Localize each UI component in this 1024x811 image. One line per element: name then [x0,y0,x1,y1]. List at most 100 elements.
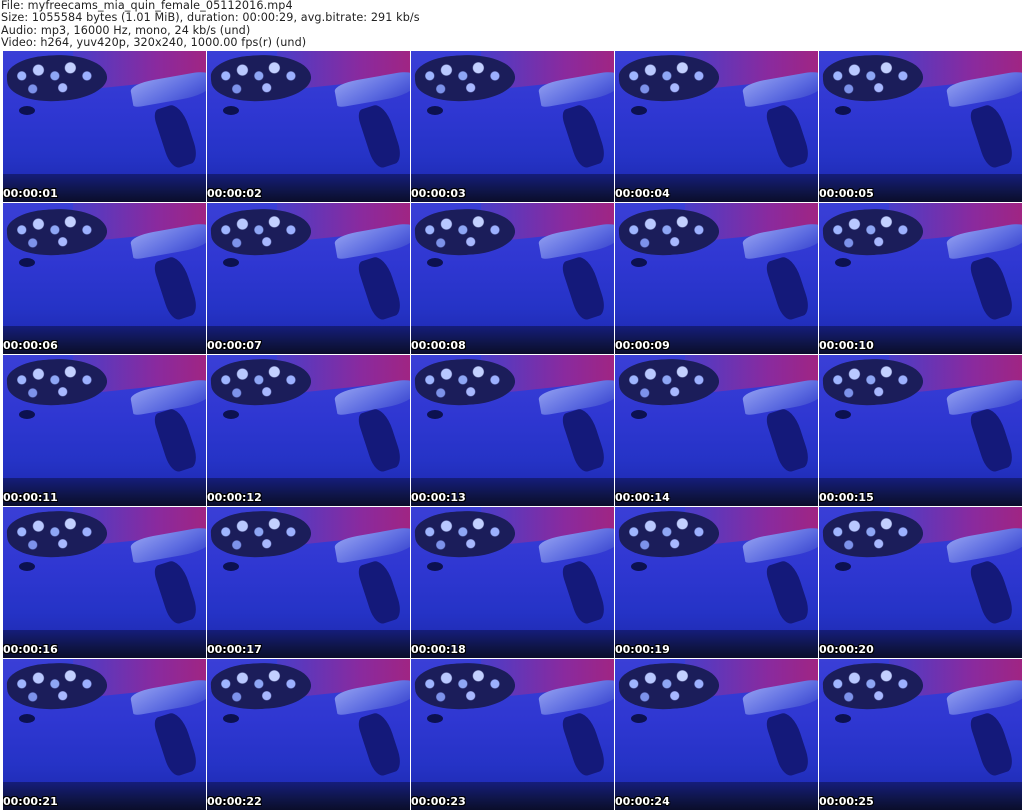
video-frame-thumbnail: 00:00:13 [411,355,614,506]
size-info-line: Size: 1055584 bytes (1.01 MiB), duration… [1,11,420,25]
video-frame-thumbnail: 00:00:25 [819,659,1022,810]
frame-timestamp: 00:00:01 [3,187,58,200]
frame-timestamp: 00:00:07 [207,339,262,352]
frame-spot-shape [223,562,239,571]
frame-image [615,203,818,354]
frame-spot-shape [631,410,647,419]
frame-spot-shape [223,258,239,267]
video-frame-thumbnail: 00:00:15 [819,355,1022,506]
frame-timestamp: 00:00:11 [3,491,58,504]
frame-image [819,51,1022,202]
frame-spot-shape [19,106,35,115]
frame-spot-shape [835,258,851,267]
frame-timestamp: 00:00:13 [411,491,466,504]
frame-image [411,659,614,810]
frame-spot-shape [835,714,851,723]
frame-timestamp: 00:00:12 [207,491,262,504]
video-frame-thumbnail: 00:00:11 [3,355,206,506]
frame-spot-shape [19,258,35,267]
frame-image [819,203,1022,354]
frame-spot-shape [631,562,647,571]
video-frame-thumbnail: 00:00:08 [411,203,614,354]
frame-timestamp: 00:00:10 [819,339,874,352]
frame-timestamp: 00:00:05 [819,187,874,200]
video-frame-thumbnail: 00:00:06 [3,203,206,354]
frame-image [3,507,206,658]
video-frame-thumbnail: 00:00:18 [411,507,614,658]
frame-spot-shape [631,714,647,723]
video-frame-thumbnail: 00:00:01 [3,51,206,202]
frame-image [3,659,206,810]
frame-timestamp: 00:00:09 [615,339,670,352]
frame-image [615,659,818,810]
frame-timestamp: 00:00:15 [819,491,874,504]
frame-timestamp: 00:00:06 [3,339,58,352]
frame-timestamp: 00:00:16 [3,643,58,656]
video-frame-thumbnail: 00:00:24 [615,659,818,810]
frame-image [3,203,206,354]
video-frame-thumbnail: 00:00:07 [207,203,410,354]
video-frame-thumbnail: 00:00:20 [819,507,1022,658]
frame-timestamp: 00:00:25 [819,795,874,808]
info-header: File: myfreecams_mia_quin_female_0511201… [1,0,1021,50]
video-frame-thumbnail: 00:00:14 [615,355,818,506]
frame-timestamp: 00:00:21 [3,795,58,808]
frame-timestamp: 00:00:04 [615,187,670,200]
frame-timestamp: 00:00:24 [615,795,670,808]
frame-image [819,355,1022,506]
frame-image [411,203,614,354]
frame-timestamp: 00:00:14 [615,491,670,504]
frame-image [3,355,206,506]
frame-image [819,659,1022,810]
frame-spot-shape [223,410,239,419]
frame-timestamp: 00:00:22 [207,795,262,808]
frame-spot-shape [631,258,647,267]
video-frame-thumbnail: 00:00:23 [411,659,614,810]
video-frame-thumbnail: 00:00:02 [207,51,410,202]
frame-timestamp: 00:00:17 [207,643,262,656]
video-frame-thumbnail: 00:00:12 [207,355,410,506]
frame-image [411,355,614,506]
frame-spot-shape [223,106,239,115]
frame-image [819,507,1022,658]
frame-spot-shape [19,410,35,419]
video-frame-thumbnail: 00:00:21 [3,659,206,810]
frame-image [207,659,410,810]
frame-image [207,51,410,202]
frame-spot-shape [427,106,443,115]
frame-spot-shape [835,562,851,571]
video-frame-thumbnail: 00:00:17 [207,507,410,658]
frame-spot-shape [427,410,443,419]
video-frame-thumbnail: 00:00:22 [207,659,410,810]
frame-image [411,507,614,658]
frame-spot-shape [835,106,851,115]
frame-spot-shape [427,258,443,267]
frame-image [207,507,410,658]
frame-spot-shape [223,714,239,723]
video-frame-thumbnail: 00:00:03 [411,51,614,202]
frame-timestamp: 00:00:03 [411,187,466,200]
frame-image [615,355,818,506]
frame-image [207,203,410,354]
frame-timestamp: 00:00:08 [411,339,466,352]
frame-spot-shape [835,410,851,419]
video-frame-thumbnail: 00:00:10 [819,203,1022,354]
frame-spot-shape [427,562,443,571]
frame-spot-shape [631,106,647,115]
video-frame-thumbnail: 00:00:19 [615,507,818,658]
frame-timestamp: 00:00:18 [411,643,466,656]
frame-spot-shape [19,714,35,723]
video-frame-thumbnail: 00:00:04 [615,51,818,202]
thumbnail-grid: 00:00:01 00:00:02 00:00:03 00:00:04 00:00:05… [3,51,1023,811]
frame-image [207,355,410,506]
frame-image [411,51,614,202]
video-frame-thumbnail: 00:00:09 [615,203,818,354]
video-info-line: Video: h264, yuv420p, 320x240, 1000.00 f… [1,35,307,49]
frame-image [615,507,818,658]
frame-image [3,51,206,202]
frame-timestamp: 00:00:23 [411,795,466,808]
frame-spot-shape [19,562,35,571]
video-frame-thumbnail: 00:00:05 [819,51,1022,202]
frame-spot-shape [427,714,443,723]
frame-timestamp: 00:00:20 [819,643,874,656]
